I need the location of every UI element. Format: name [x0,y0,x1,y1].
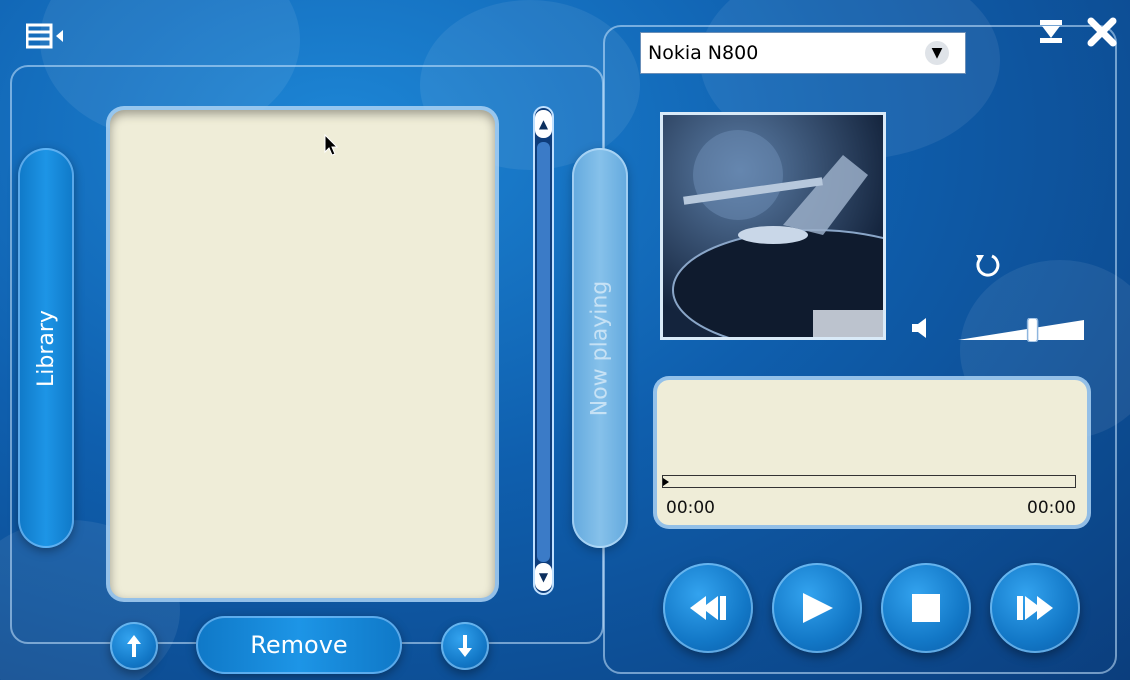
scrollbar-thumb[interactable] [537,142,550,562]
move-up-button[interactable] [110,622,158,670]
progress-marker-icon [663,478,669,486]
duration-time: 00:00 [1027,498,1076,518]
chevron-down-icon[interactable]: ▼ [925,41,949,65]
scroll-down-icon[interactable]: ▼ [535,563,552,591]
now-playing-tab[interactable]: Now playing [572,148,628,548]
move-down-button[interactable] [441,622,489,670]
stop-button[interactable] [881,563,971,653]
remove-button[interactable]: Remove [196,616,402,674]
skip-forward-icon [1017,596,1053,620]
track-progress-bar[interactable] [662,475,1076,488]
skip-back-icon [690,596,726,620]
playlist-menu-icon[interactable] [25,22,72,52]
library-tab[interactable]: Library [18,148,74,548]
arrow-down-icon [458,635,472,657]
volume-slider[interactable] [958,317,1084,343]
playlist-panel[interactable] [110,110,495,598]
mouse-cursor-icon [324,133,340,162]
volume-slider-knob [1026,317,1039,343]
media-player-window: Library ▲ ▼ Now playing Remove Nokia N80… [0,0,1130,680]
now-playing-tab-label: Now playing [587,280,613,416]
album-art [660,112,886,340]
stop-icon [912,594,940,622]
remove-button-label: Remove [250,631,348,659]
device-select-value: Nokia N800 [648,42,759,64]
device-select[interactable]: Nokia N800 ▼ [640,32,966,74]
next-button[interactable] [990,563,1080,653]
speaker-icon[interactable] [910,316,930,340]
close-icon[interactable] [1086,16,1118,48]
library-tab-label: Library [33,309,59,387]
elapsed-time: 00:00 [666,498,715,518]
previous-button[interactable] [663,563,753,653]
repeat-icon[interactable] [972,250,1002,280]
play-button[interactable] [772,563,862,653]
playlist-scrollbar[interactable]: ▲ ▼ [535,108,552,593]
play-icon [803,593,833,623]
arrow-up-icon [127,635,141,657]
scroll-up-icon[interactable]: ▲ [535,110,552,138]
minimize-icon[interactable] [1036,16,1066,46]
track-info-panel [657,380,1087,525]
